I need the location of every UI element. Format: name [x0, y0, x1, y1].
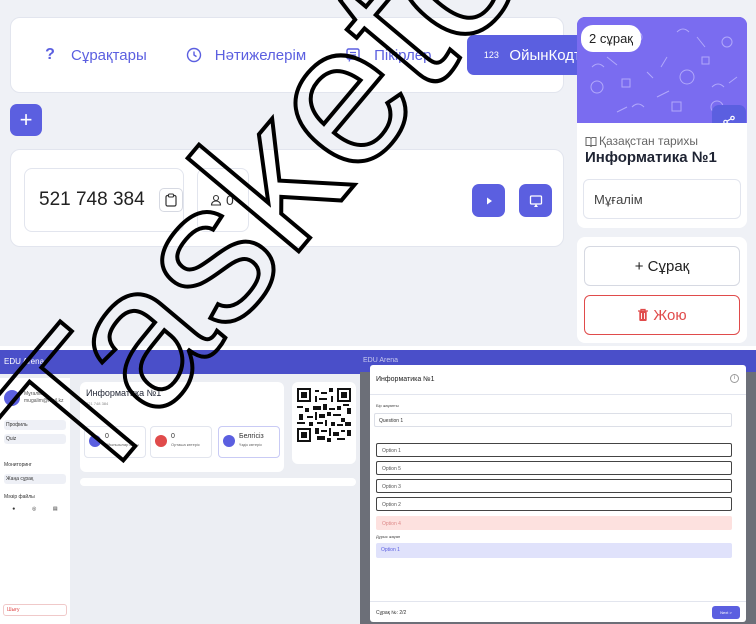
user-icon — [210, 194, 222, 206]
delete-label: Жою — [653, 306, 687, 324]
quiz-code: 521 748 384 — [86, 401, 109, 406]
game-code: 521 748 384 — [39, 189, 145, 210]
quiz-summary-card: Информатика №1 521 748 384 0 Ойыншылар с… — [80, 382, 284, 472]
user-email: mugalim@mail.kz — [24, 398, 64, 404]
clock-icon — [183, 44, 205, 66]
option-item[interactable]: Option 5 — [376, 461, 732, 475]
option-item[interactable]: Option 3 — [376, 479, 732, 493]
tab-label: Пікірлер — [374, 46, 432, 64]
qr-code-image — [297, 388, 351, 442]
sidebar-item-profile[interactable]: Профиль — [4, 420, 66, 430]
stat-best: Белгісіз Үздік көтеріс — [218, 426, 280, 458]
content-strip — [80, 478, 356, 486]
players-count-box: 0 — [197, 168, 249, 232]
chart-icon — [155, 435, 167, 447]
quiz-title: Информатика №1 — [585, 149, 717, 166]
questions-count-badge: 2 сұрақ — [581, 25, 641, 52]
correct-answer: Option 1 — [376, 543, 732, 558]
option-item-wrong[interactable]: Option 4 — [376, 516, 732, 530]
qr-code — [292, 382, 356, 464]
numbers-icon: 123 — [483, 50, 499, 60]
question-icon: ? — [45, 46, 55, 63]
question-type-label: Бір жауапты — [376, 403, 399, 408]
user-name: Мұғалім — [24, 391, 43, 397]
option-item[interactable]: Option 2 — [376, 497, 732, 511]
add-question-button[interactable]: + Сұрақ — [584, 246, 740, 286]
quiz-manager-panel: ? Сұрақтары Нәтижелерім Пікірлер 123 Ойы… — [0, 0, 756, 346]
quiz-actions-card: + Сұрақ Жою — [577, 237, 747, 343]
tabs-bar: ? Сұрақтары Нәтижелерім Пікірлер 123 Ойы… — [10, 17, 625, 93]
next-button[interactable]: Next > — [712, 606, 740, 619]
answer-label: Дұрыс жауап — [376, 534, 401, 539]
sidebar-item-new-question[interactable]: Жаңа сұрақ — [4, 474, 66, 484]
tab-questions[interactable]: ? Сұрақтары — [39, 35, 147, 75]
logout-button[interactable]: Шығу — [3, 604, 67, 616]
quiz-author: Мұғалім — [583, 179, 741, 219]
tab-label: Нәтижелерім — [214, 46, 307, 64]
trash-icon — [638, 308, 649, 321]
stat-label: Үздік көтеріс — [239, 442, 263, 447]
question-preview-screenshot: EDU Arena Информатика №1 i Бір жауапты Q… — [360, 350, 756, 624]
players-icon — [89, 435, 101, 447]
game-code-card: 521 748 384 0 — [10, 149, 564, 247]
instagram-icon[interactable]: ◎ — [32, 506, 36, 512]
dashboard-screenshot: EDU Arena Мұғалім mugalim@mail.kz Профил… — [0, 350, 360, 624]
quiz-subject: Қазақстан тарихы — [585, 134, 698, 148]
modal-title: Информатика №1 — [376, 376, 435, 383]
start-game-button[interactable] — [472, 184, 505, 217]
question-modal: Информатика №1 i Бір жауапты Question 1 … — [370, 365, 746, 622]
avatar — [4, 390, 20, 406]
tab-feedback[interactable]: Пікірлер — [342, 35, 431, 75]
telegram-icon[interactable]: ● — [12, 506, 15, 512]
sidebar-item-menu-file[interactable]: Мәзір файлы — [4, 494, 66, 500]
copy-code-button[interactable] — [158, 188, 183, 212]
present-screen-button[interactable] — [519, 184, 552, 217]
question-counter: Сұрақ №: 2/2 — [376, 610, 407, 616]
plus-icon: + — [19, 107, 33, 132]
delete-quiz-button[interactable]: Жою — [584, 295, 740, 335]
modal-footer: Сұрақ №: 2/2 Next > — [370, 601, 746, 622]
user-profile[interactable]: Мұғалім mugalim@mail.kz — [4, 390, 64, 406]
stat-average: 0 Орташа көтеріс — [150, 426, 212, 458]
trophy-icon — [223, 435, 235, 447]
info-icon[interactable]: i — [730, 374, 739, 383]
players-count: 0 — [226, 192, 234, 208]
screen-cast-icon — [529, 194, 542, 207]
social-icons: ● ◎ ▤ — [4, 506, 66, 512]
question-field[interactable]: Question 1 — [374, 413, 732, 427]
sidebar-item-monitoring[interactable]: Мониторинг — [4, 462, 66, 468]
stat-value: Белгісіз — [239, 433, 264, 440]
game-code-box: 521 748 384 — [24, 168, 184, 232]
sidebar-item-quiz[interactable]: Quiz — [4, 434, 66, 444]
modal-header: Информатика №1 i — [370, 365, 746, 395]
clipboard-icon — [165, 193, 177, 207]
stat-value: 0 — [105, 433, 109, 440]
book-icon — [585, 136, 597, 147]
subject-label: Қазақстан тарихы — [599, 134, 698, 148]
tab-label: Сұрақтары — [71, 46, 147, 64]
stat-label: Орташа көтеріс — [171, 442, 200, 447]
app-header: EDU Arena — [0, 350, 360, 374]
add-game-button[interactable]: + — [10, 104, 42, 136]
quiz-title: Информатика №1 — [86, 388, 162, 398]
sidebar: Мұғалім mugalim@mail.kz Профиль Quiz Мон… — [0, 378, 70, 624]
stat-label: Ойыншылар саны — [105, 442, 139, 447]
play-icon — [486, 197, 492, 204]
stat-players: 0 Ойыншылар саны — [84, 426, 146, 458]
quiz-info-card: Қазақстан тарихы Информатика №1 Мұғалім — [577, 123, 747, 228]
mail-icon[interactable]: ▤ — [53, 506, 58, 512]
option-item[interactable]: Option 1 — [376, 443, 732, 457]
tab-results[interactable]: Нәтижелерім — [183, 35, 306, 75]
comment-icon — [342, 44, 364, 66]
stat-value: 0 — [171, 433, 175, 440]
